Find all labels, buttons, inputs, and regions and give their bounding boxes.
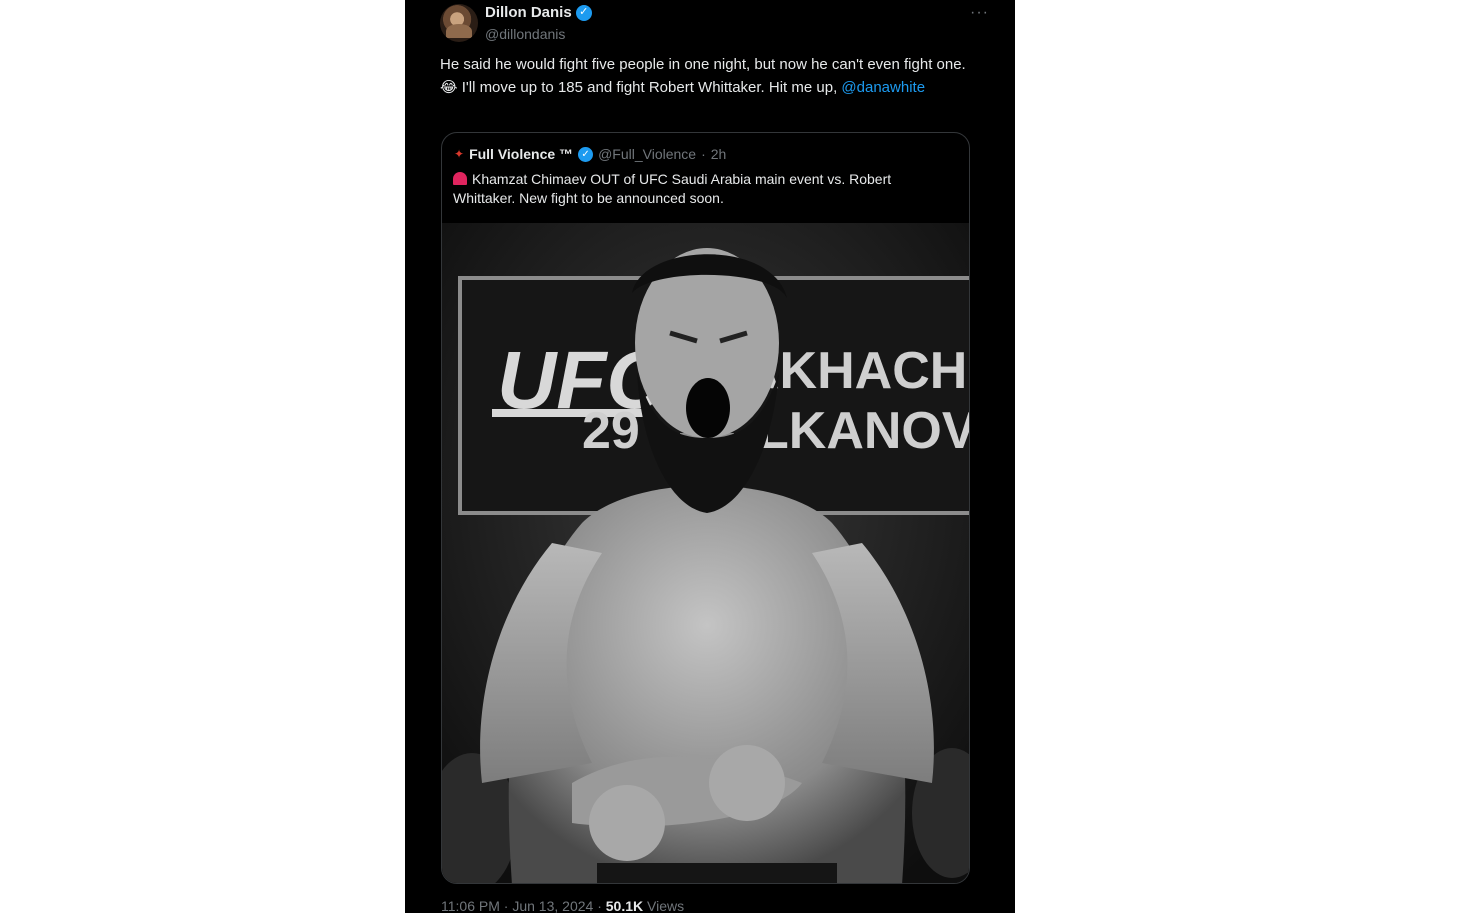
author-avatar[interactable] xyxy=(440,4,478,42)
ufc-banner-line-2: 29 xyxy=(582,402,640,460)
tweet-text-part-1: He said he would fight five people in on… xyxy=(440,56,966,73)
quoted-author-name[interactable]: Full Violence ™ xyxy=(469,146,573,162)
mention-link[interactable]: @danawhite xyxy=(841,79,925,96)
footer-separator: · xyxy=(503,898,509,913)
author-display-name[interactable]: Dillon Danis xyxy=(485,4,572,21)
more-options-icon[interactable]: ··· xyxy=(970,4,989,22)
tweet-footer: 11:06 PM · Jun 13, 2024 · 50.1K Views xyxy=(441,898,684,913)
verified-badge-icon: ✓ xyxy=(575,4,592,21)
quoted-author-handle[interactable]: @Full_Violence xyxy=(598,146,696,162)
ufc-banner-line-3: LKANOVS xyxy=(757,402,970,460)
quoted-timestamp[interactable]: 2h xyxy=(711,146,727,162)
tweet-text: He said he would fight five people in on… xyxy=(440,53,980,99)
tweet-time[interactable]: 11:06 PM xyxy=(441,898,500,913)
quoted-tweet-header: ✦ Full Violence ™ ✓ @Full_Violence · 2h xyxy=(454,146,726,162)
views-count: 50.1K xyxy=(605,898,644,913)
tweet-text-part-2: I'll move up to 185 and fight Robert Whi… xyxy=(457,79,842,96)
footer-separator-2: · xyxy=(597,898,602,913)
tweet-card: Dillon Danis ✓ @dillondanis ··· He said … xyxy=(405,0,1015,913)
laughing-emoji-icon: 😂 xyxy=(440,79,458,96)
quoted-tweet-photo[interactable]: UFC AKHACH 29 LKANOVS xyxy=(442,223,970,883)
quoted-verified-badge-icon: ✓ xyxy=(578,146,594,162)
fighter-photo-illustration: UFC AKHACH 29 LKANOVS xyxy=(442,223,970,883)
siren-emoji-icon xyxy=(453,172,467,185)
author-handle[interactable]: @dillondanis xyxy=(485,26,565,42)
quoted-tweet[interactable]: ✦ Full Violence ™ ✓ @Full_Violence · 2h … xyxy=(441,132,970,884)
quoted-tweet-body: Khamzat Chimaev OUT of UFC Saudi Arabia … xyxy=(453,171,892,206)
quoted-tweet-text: Khamzat Chimaev OUT of UFC Saudi Arabia … xyxy=(453,170,953,208)
quoted-separator: · xyxy=(701,146,706,162)
views-label: Views xyxy=(647,898,685,913)
tweet-date[interactable]: Jun 13, 2024 xyxy=(512,898,593,913)
full-violence-logo-icon: ✦ xyxy=(454,147,465,161)
tweet-header: Dillon Danis ✓ @dillondanis ··· xyxy=(440,4,995,44)
author-name-row: Dillon Danis ✓ xyxy=(485,4,592,21)
